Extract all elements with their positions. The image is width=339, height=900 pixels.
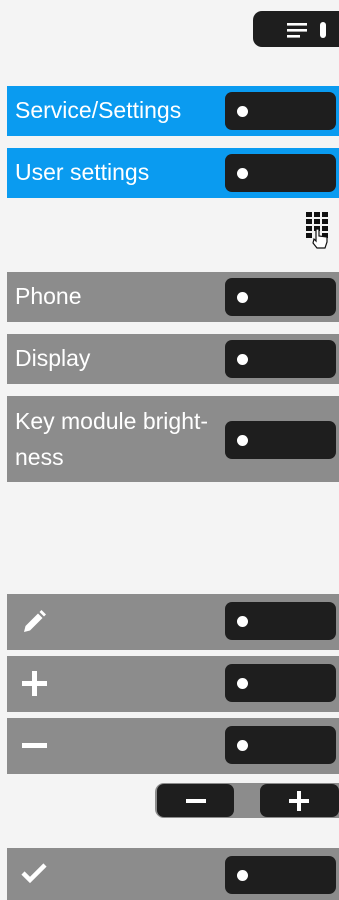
minus-icon <box>22 743 47 748</box>
rocker-plus-button[interactable] <box>260 784 339 817</box>
dot-icon <box>237 678 248 689</box>
softkey-display[interactable] <box>225 340 336 378</box>
list-item-label: Key module bright- ness <box>15 408 209 470</box>
softkey-confirm[interactable] <box>225 856 336 894</box>
plus-icon <box>289 791 309 811</box>
pencil-icon <box>24 610 46 632</box>
dot-icon <box>237 616 248 627</box>
nav-item-label: User settings <box>15 159 150 185</box>
rocker-minus-button[interactable] <box>157 784 234 817</box>
softkey-add[interactable] <box>225 664 336 702</box>
softkey-user-settings[interactable] <box>225 154 336 192</box>
dot-icon <box>237 870 248 881</box>
remove-row[interactable] <box>7 718 339 774</box>
softkey-edit[interactable] <box>225 602 336 640</box>
plus-icon <box>22 671 47 696</box>
list-item-key-module-brightness[interactable]: Key module bright- ness <box>7 396 339 482</box>
edit-row[interactable] <box>7 594 339 650</box>
softkey-remove[interactable] <box>225 726 336 764</box>
nav-item-service-settings[interactable]: Service/Settings <box>7 86 339 136</box>
dot-icon <box>237 435 248 446</box>
softkey-phone[interactable] <box>225 278 336 316</box>
softkey-service-settings[interactable] <box>225 92 336 130</box>
dot-icon <box>237 106 248 117</box>
keypad-touch-icon <box>306 212 328 249</box>
dot-icon <box>237 354 248 365</box>
list-item-label: Display <box>15 345 91 371</box>
menu-button[interactable] <box>253 11 339 47</box>
dot-icon <box>237 740 248 751</box>
dot-icon <box>237 292 248 303</box>
add-row[interactable] <box>7 656 339 712</box>
dot-icon <box>237 168 248 179</box>
list-item-label: Phone <box>15 283 82 309</box>
check-icon <box>21 863 47 884</box>
nav-item-label: Service/Settings <box>15 97 182 123</box>
confirm-row[interactable] <box>7 848 339 900</box>
menu-lines-icon <box>287 22 326 38</box>
volume-rocker <box>155 783 339 818</box>
nav-item-user-settings[interactable]: User settings <box>7 148 339 198</box>
softkey-key-module-brightness[interactable] <box>225 421 336 459</box>
minus-icon <box>186 799 206 803</box>
list-item-phone[interactable]: Phone <box>7 272 339 322</box>
list-item-display[interactable]: Display <box>7 334 339 384</box>
